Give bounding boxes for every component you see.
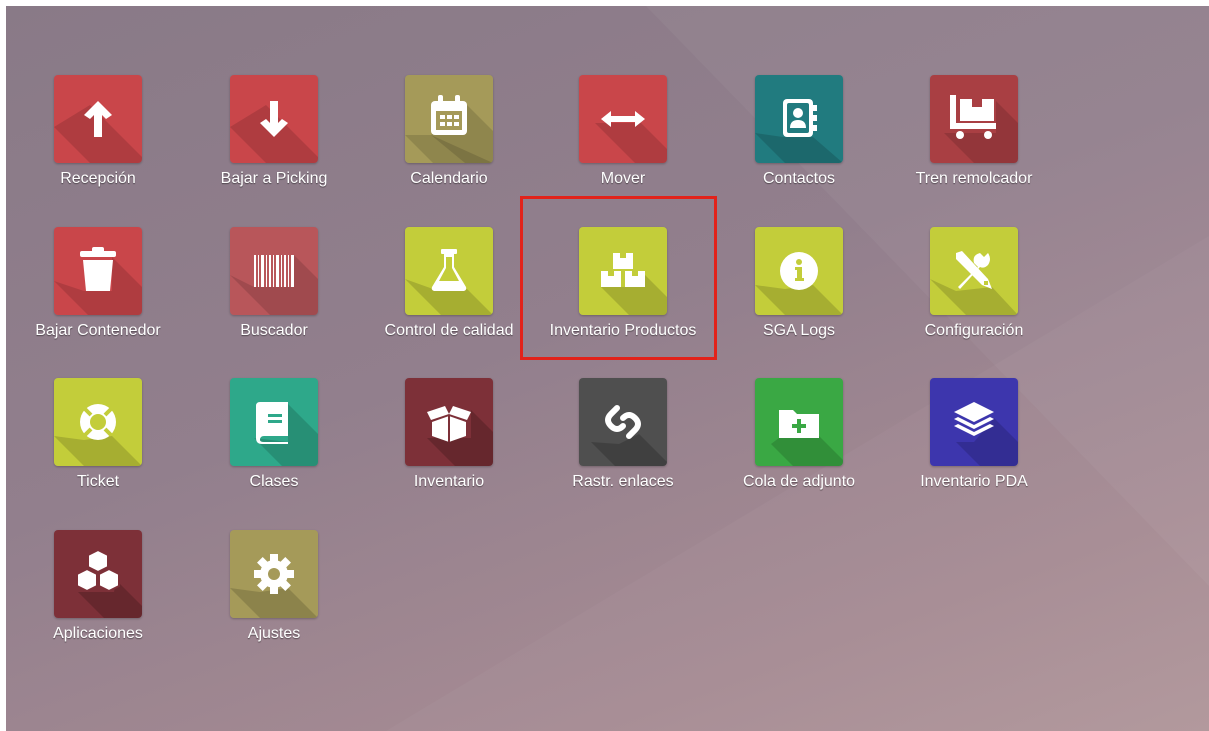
- app-label: Rastr. enlaces: [572, 473, 674, 490]
- app-label: Cola de adjunto: [742, 473, 856, 490]
- wrench-screwdriver-icon: [930, 227, 1018, 315]
- app-icon-tile: [755, 378, 843, 466]
- gear-icon: [230, 530, 318, 618]
- life-ring-icon: [54, 378, 142, 466]
- app-icon-tile: [54, 378, 142, 466]
- dolly-boxes-icon: [930, 75, 1018, 163]
- app-label: Contactos: [762, 170, 836, 187]
- app-clases[interactable]: Clases: [199, 378, 349, 518]
- app-label: Recepción: [60, 170, 136, 187]
- app-icon-tile: [54, 227, 142, 315]
- app-icon-tile: [755, 75, 843, 163]
- app-icon-tile: [930, 75, 1018, 163]
- app-label: Ticket: [76, 473, 120, 490]
- app-label: Inventario PDA: [920, 473, 1028, 490]
- layers-icon: [930, 378, 1018, 466]
- app-icon-tile: [54, 75, 142, 163]
- app-ajustes[interactable]: Ajustes: [199, 530, 349, 670]
- app-icon-tile: [930, 378, 1018, 466]
- info-circle-icon: [755, 227, 843, 315]
- link-icon: [579, 378, 667, 466]
- app-label: Bajar Contenedor: [35, 322, 161, 339]
- app-bajar-contenedor[interactable]: Bajar Contenedor: [23, 227, 173, 367]
- app-label: Control de calidad: [384, 322, 514, 339]
- app-aplicaciones[interactable]: Aplicaciones: [23, 530, 173, 670]
- app-bajar-a-picking[interactable]: Bajar a Picking: [199, 75, 349, 215]
- app-buscador[interactable]: Buscador: [199, 227, 349, 367]
- app-tren-remolcador[interactable]: Tren remolcador: [899, 75, 1049, 215]
- app-label: Mover: [600, 170, 646, 187]
- address-book-icon: [755, 75, 843, 163]
- app-label: Bajar a Picking: [220, 170, 328, 187]
- app-label: Configuración: [924, 322, 1024, 339]
- app-icon-tile: [405, 75, 493, 163]
- app-label: Buscador: [240, 322, 308, 339]
- app-icon-tile: [230, 378, 318, 466]
- app-rastr-enlaces[interactable]: Rastr. enlaces: [548, 378, 698, 518]
- app-cola-de-adjunto[interactable]: Cola de adjunto: [724, 378, 874, 518]
- app-label: Tren remolcador: [915, 170, 1033, 187]
- app-icon-tile: [54, 530, 142, 618]
- folder-plus-icon: [755, 378, 843, 466]
- app-recepcion[interactable]: Recepción: [23, 75, 173, 215]
- app-icon-tile: [405, 227, 493, 315]
- arrow-down-icon: [230, 75, 318, 163]
- app-label: Inventario: [413, 473, 485, 490]
- app-configuracion[interactable]: Configuración: [899, 227, 1049, 367]
- app-label: SGA Logs: [762, 322, 836, 339]
- trash-icon: [54, 227, 142, 315]
- app-contactos[interactable]: Contactos: [724, 75, 874, 215]
- arrow-up-icon: [54, 75, 142, 163]
- app-icon-tile: [930, 227, 1018, 315]
- flask-icon: [405, 227, 493, 315]
- open-box-icon: [405, 378, 493, 466]
- book-icon: [230, 378, 318, 466]
- app-icon-tile: [579, 75, 667, 163]
- calendar-icon: [405, 75, 493, 163]
- app-label: Clases: [249, 473, 299, 490]
- app-label: Calendario: [410, 170, 488, 187]
- cubes-stack-icon: [54, 530, 142, 618]
- app-icon-tile: [230, 227, 318, 315]
- app-inventario-pda[interactable]: Inventario PDA: [899, 378, 1049, 518]
- app-control-de-calidad[interactable]: Control de calidad: [374, 227, 524, 367]
- app-label: Ajustes: [247, 625, 301, 642]
- app-mover[interactable]: Mover: [548, 75, 698, 215]
- app-icon-tile: [405, 378, 493, 466]
- app-ticket[interactable]: Ticket: [23, 378, 173, 518]
- app-calendario[interactable]: Calendario: [374, 75, 524, 215]
- app-icon-tile: [755, 227, 843, 315]
- barcode-icon: [230, 227, 318, 315]
- app-icon-tile: [230, 530, 318, 618]
- app-icon-tile: [579, 378, 667, 466]
- apps-home-screen: Recepción Bajar a Picking Calendario Mov…: [6, 6, 1209, 731]
- arrows-horizontal-icon: [579, 75, 667, 163]
- app-icon-tile: [230, 75, 318, 163]
- app-sga-logs[interactable]: SGA Logs: [724, 227, 874, 367]
- app-label: Aplicaciones: [53, 625, 143, 642]
- app-inventario[interactable]: Inventario: [374, 378, 524, 518]
- highlight-box: [520, 196, 717, 360]
